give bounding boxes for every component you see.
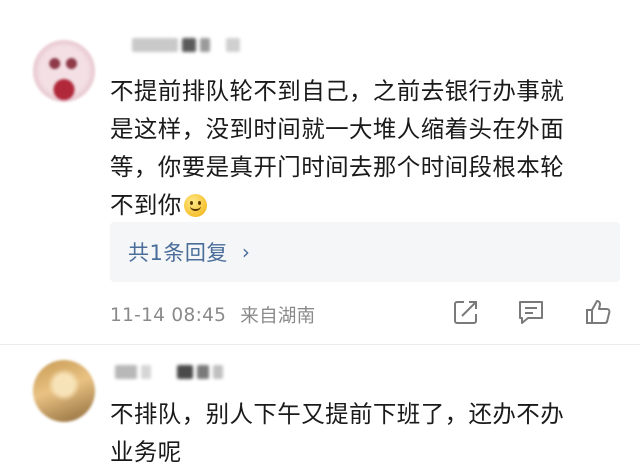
username-blurred[interactable] [115, 363, 223, 381]
blurred-name-block [226, 38, 240, 52]
chevron-right-icon: › [241, 240, 251, 264]
comment-item: 不提前排队轮不到自己，之前去银行办事就 是这样，没到时间就一大堆人缩着头在外面 … [0, 0, 640, 345]
comment-text-line: 不到你 [110, 191, 182, 219]
avatar[interactable] [33, 40, 95, 102]
comment-text-line: 不提前排队轮不到自己，之前去银行办事就 [110, 77, 565, 105]
comment-text: 不提前排队轮不到自己，之前去银行办事就 是这样，没到时间就一大堆人缩着头在外面 … [110, 72, 630, 224]
timestamp: 11-14 08:45 [110, 304, 227, 326]
blurred-name-block [141, 365, 151, 379]
avatar[interactable] [33, 360, 95, 422]
comment-item: 不排队，别人下午又提前下班了，还办不办 业务呢 [0, 345, 640, 473]
comment-text-line-last: 不到你 [110, 186, 630, 224]
view-replies-button[interactable]: 共1条回复 › [110, 222, 620, 282]
comment-text-line: 不排队，别人下午又提前下班了，还办不办 [110, 400, 565, 428]
thumbs-up-icon [586, 300, 611, 324]
reply-count-label: 共1条回复 [128, 241, 228, 265]
comment-icon [519, 301, 543, 324]
comment-meta: 11-14 08:45 来自湖南 [110, 302, 315, 328]
blurred-name-block [182, 38, 196, 52]
blurred-name-block [115, 365, 137, 379]
blurred-name-block [197, 365, 209, 379]
blurred-name-block [200, 38, 210, 52]
location: 来自湖南 [240, 306, 316, 327]
blurred-name-block [132, 38, 178, 52]
comment-text-line: 等，你要是真开门时间去那个时间段根本轮 [110, 153, 565, 181]
blurred-name-block [213, 365, 223, 379]
comment-text-line: 是这样，没到时间就一大堆人缩着头在外面 [110, 115, 565, 143]
comment-text-line: 业务呢 [110, 438, 182, 466]
comment-button[interactable] [515, 296, 547, 328]
share-button[interactable] [450, 296, 482, 328]
share-icon [454, 301, 477, 324]
username-blurred[interactable] [132, 36, 240, 54]
smile-emoji-icon [183, 194, 207, 217]
blurred-name-block [177, 365, 193, 379]
like-button[interactable] [583, 296, 615, 328]
comment-text: 不排队，别人下午又提前下班了，还办不办 业务呢 [110, 395, 630, 471]
